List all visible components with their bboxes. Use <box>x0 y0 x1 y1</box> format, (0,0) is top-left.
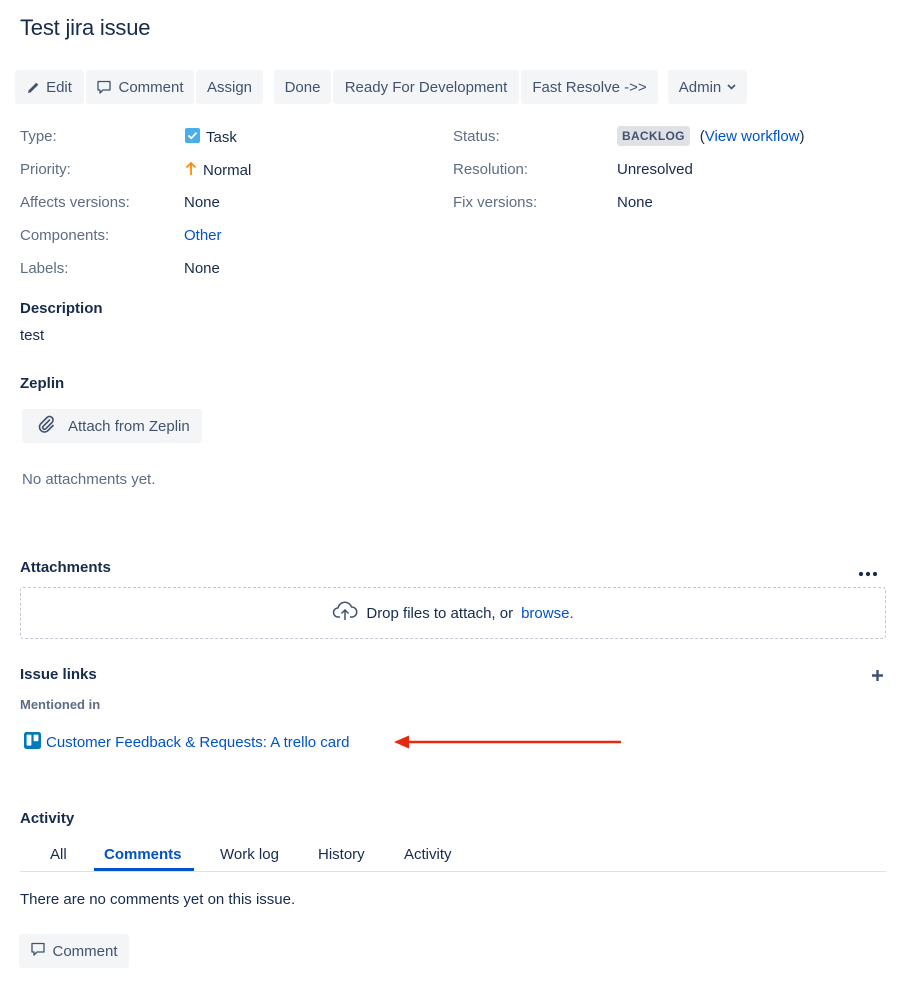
annotation-arrow <box>393 734 623 754</box>
zeplin-empty-text: No attachments yet. <box>22 471 156 488</box>
description-text: test <box>20 327 45 344</box>
attach-from-zeplin-label: Attach from Zeplin <box>68 417 190 435</box>
type-value: Task <box>185 128 237 147</box>
attachment-dropzone[interactable]: Drop files to attach, or browse. <box>20 587 886 639</box>
status-value: BACKLOG (View workflow) <box>617 126 805 146</box>
admin-dropdown[interactable]: Admin <box>668 70 747 104</box>
ready-for-development-button[interactable]: Ready For Development <box>333 70 519 104</box>
tab-comments[interactable]: Comments <box>104 846 182 863</box>
tab-history[interactable]: History <box>318 846 365 863</box>
issue-title: Test jira issue <box>20 15 151 40</box>
fix-versions-value: None <box>617 194 653 211</box>
activity-tabs: All Comments Work log History Activity <box>20 843 886 872</box>
chevron-down-icon <box>727 84 736 90</box>
view-workflow-link[interactable]: View workflow <box>705 128 800 145</box>
resolution-label: Resolution: <box>453 161 529 178</box>
speech-bubble-icon <box>96 79 112 95</box>
status-label: Status: <box>453 128 500 145</box>
tab-work-log[interactable]: Work log <box>220 846 279 863</box>
tab-activity[interactable]: Activity <box>404 846 452 863</box>
paperclip-icon <box>36 414 56 438</box>
affects-versions-label: Affects versions: <box>20 194 130 211</box>
trello-card-link-text: Customer Feedback & Requests: A trello c… <box>46 734 350 751</box>
cloud-upload-icon <box>332 600 358 626</box>
pencil-icon <box>27 81 40 94</box>
attachments-heading: Attachments <box>20 559 111 576</box>
fix-versions-label: Fix versions: <box>453 194 538 211</box>
tab-all[interactable]: All <box>50 846 67 863</box>
labels-value: None <box>184 260 220 277</box>
status-badge: BACKLOG <box>617 126 690 146</box>
priority-text: Normal <box>203 162 252 179</box>
edit-button[interactable]: Edit <box>15 70 84 104</box>
attach-from-zeplin-button[interactable]: Attach from Zeplin <box>22 409 202 443</box>
done-button[interactable]: Done <box>274 70 331 104</box>
components-label: Components: <box>20 227 110 244</box>
browse-link[interactable]: browse. <box>521 605 574 622</box>
arrow-up-icon <box>185 161 197 180</box>
priority-value: Normal <box>185 161 251 180</box>
paren-close: ) <box>799 127 805 145</box>
assign-button[interactable]: Assign <box>196 70 263 104</box>
affects-versions-value: None <box>184 194 220 211</box>
resolution-value: Unresolved <box>617 161 693 178</box>
fast-resolve-button[interactable]: Fast Resolve ->> <box>521 70 658 104</box>
fast-resolve-label: Fast Resolve ->> <box>532 78 647 96</box>
assign-label: Assign <box>206 78 253 96</box>
labels-label: Labels: <box>20 260 69 277</box>
ready-label: Ready For Development <box>344 78 508 96</box>
admin-label: Admin <box>678 78 722 96</box>
view-workflow-wrap: (View workflow) <box>700 128 805 145</box>
no-comments-text: There are no comments yet on this issue. <box>20 891 296 908</box>
type-label: Type: <box>20 128 57 145</box>
done-label: Done <box>284 78 321 96</box>
more-dots-icon[interactable] <box>858 565 878 577</box>
description-heading: Description <box>20 300 103 317</box>
zeplin-heading: Zeplin <box>20 375 65 392</box>
type-text: Task <box>206 129 237 146</box>
active-tab-indicator <box>94 868 194 871</box>
speech-bubble-icon <box>30 941 46 961</box>
comment-label: Comment <box>118 78 184 96</box>
add-comment-button[interactable]: Comment <box>19 934 129 968</box>
trello-icon <box>24 732 41 753</box>
priority-label: Priority: <box>20 161 71 178</box>
mentioned-in-label: Mentioned in <box>20 697 101 712</box>
activity-heading: Activity <box>20 810 75 827</box>
edit-label: Edit <box>46 78 72 96</box>
checkbox-task-icon <box>185 128 200 147</box>
add-comment-label: Comment <box>52 942 118 960</box>
trello-card-link[interactable]: Customer Feedback & Requests: A trello c… <box>24 732 349 753</box>
issue-links-heading: Issue links <box>20 666 97 683</box>
components-link[interactable]: Other <box>184 227 222 244</box>
comment-button[interactable]: Comment <box>86 70 194 104</box>
plus-icon[interactable] <box>871 669 884 682</box>
dropzone-text: Drop files to attach, or <box>366 604 514 622</box>
